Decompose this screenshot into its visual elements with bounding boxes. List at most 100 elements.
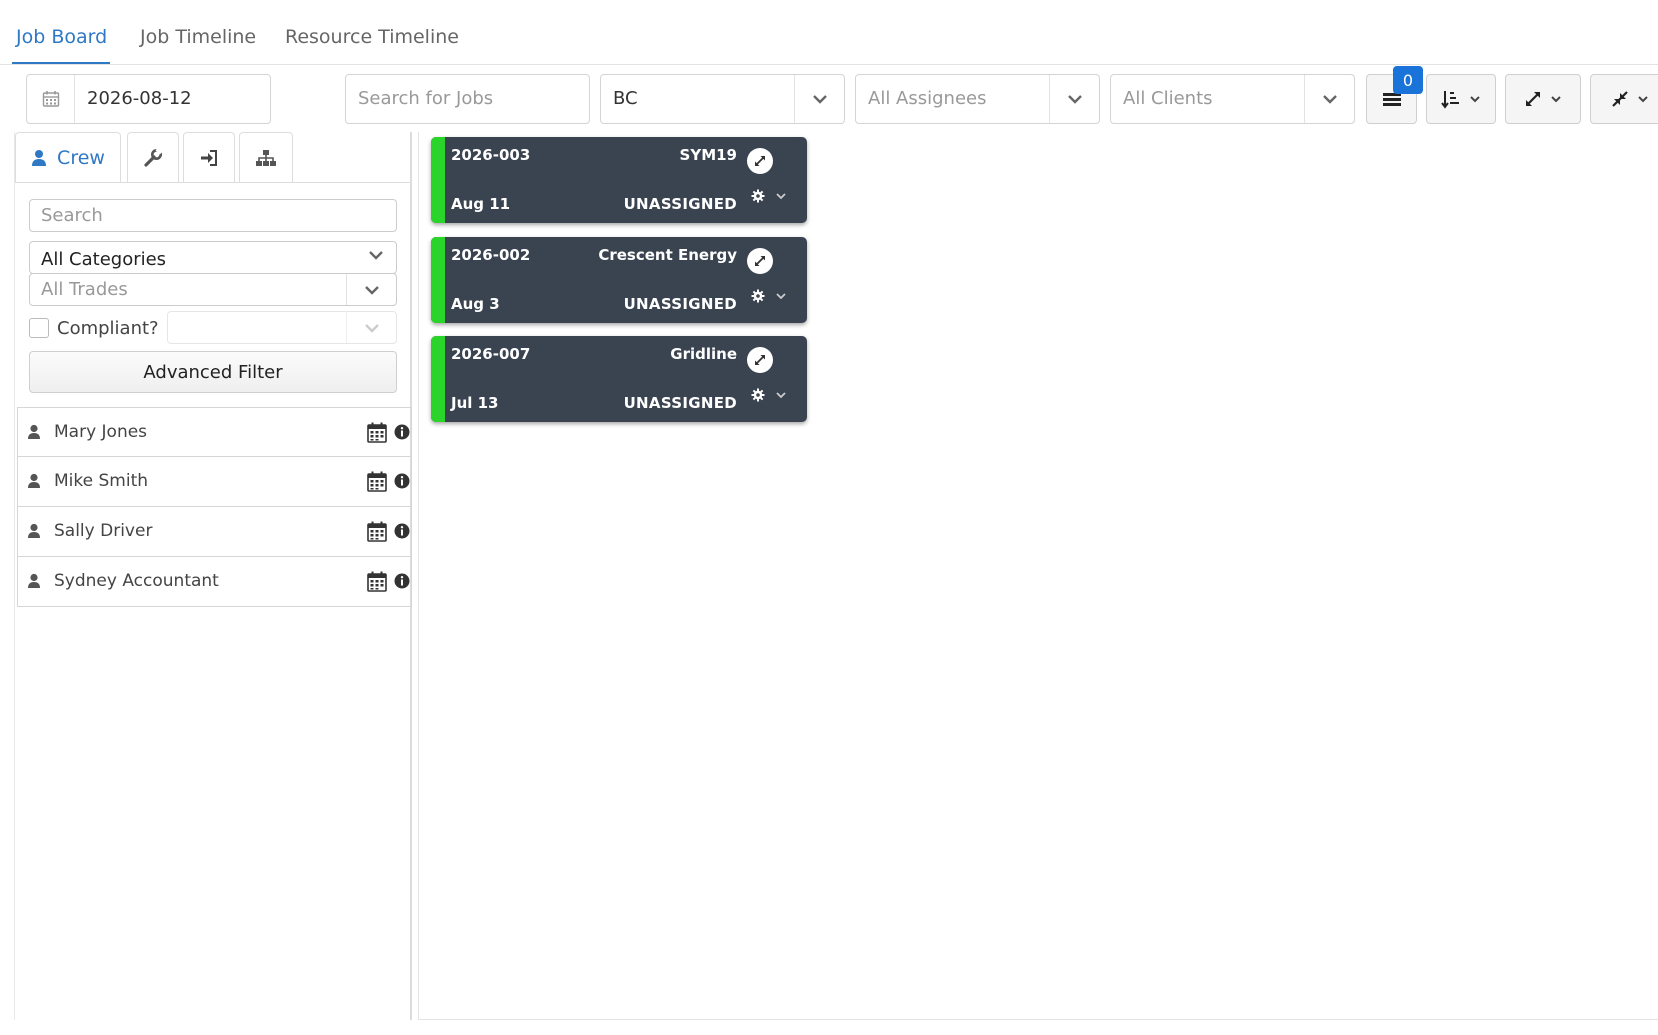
- clients-value: All Clients: [1123, 88, 1213, 109]
- compliant-checkbox[interactable]: [29, 318, 49, 338]
- sort-amount-icon: [1441, 91, 1459, 109]
- chevron-down-icon: [1470, 96, 1480, 103]
- list-item[interactable]: Sally Driver: [17, 507, 412, 557]
- trades-placeholder: All Trades: [41, 279, 128, 300]
- chevron-down-icon[interactable]: [775, 391, 787, 399]
- info-icon[interactable]: [394, 424, 410, 440]
- assignees-select[interactable]: All Assignees: [855, 74, 1100, 124]
- resource-panel: Crew Search All Categories All Trades Co…: [14, 132, 412, 1020]
- job-board: 2026-003 SYM19 Aug 11 UNASSIGNED 2026-00…: [418, 132, 1658, 1020]
- job-card[interactable]: 2026-002 Crescent Energy Aug 3 UNASSIGNE…: [431, 237, 807, 323]
- calendar-icon[interactable]: [367, 471, 387, 492]
- expand-all-button[interactable]: [1505, 74, 1581, 124]
- gear-icon[interactable]: [751, 388, 765, 402]
- job-assignee-status: UNASSIGNED: [623, 195, 737, 213]
- search-jobs-input[interactable]: Search for Jobs: [345, 74, 590, 124]
- info-icon[interactable]: [394, 523, 410, 539]
- job-status-stripe: [431, 137, 445, 223]
- tab-job-timeline[interactable]: Job Timeline: [140, 26, 256, 48]
- sitemap-icon: [256, 149, 276, 166]
- compliant-label: Compliant?: [57, 317, 159, 339]
- job-card[interactable]: 2026-007 Gridline Jul 13 UNASSIGNED: [431, 336, 807, 422]
- chevron-down-icon: [346, 274, 396, 305]
- job-date: Aug 11: [451, 195, 511, 213]
- job-date: Jul 13: [451, 394, 499, 412]
- compliant-filter: Compliant?: [29, 313, 159, 343]
- list-item[interactable]: Mary Jones: [17, 407, 412, 457]
- tab-job-board[interactable]: Job Board: [16, 26, 107, 48]
- chevron-down-icon[interactable]: [1304, 75, 1354, 123]
- sort-button[interactable]: [1426, 74, 1496, 124]
- region-value: BC: [613, 88, 638, 109]
- compliant-select[interactable]: [167, 311, 397, 344]
- crew-search-input[interactable]: Search: [29, 199, 397, 232]
- assignees-value: All Assignees: [868, 88, 987, 109]
- job-client: Gridline: [670, 345, 737, 363]
- chevron-down-icon[interactable]: [775, 292, 787, 300]
- chevron-down-icon[interactable]: [1049, 75, 1099, 123]
- list-item[interactable]: Sydney Accountant: [17, 557, 412, 607]
- calendar-icon[interactable]: [367, 521, 387, 542]
- chevron-down-icon: [1551, 96, 1561, 103]
- job-date: Aug 3: [451, 295, 500, 313]
- job-number: 2026-007: [451, 345, 531, 363]
- crew-name: Sally Driver: [54, 521, 153, 541]
- chevron-down-icon: [369, 251, 383, 260]
- wrench-icon: [144, 147, 163, 167]
- tabs-divider: [0, 64, 1658, 65]
- job-card[interactable]: 2026-003 SYM19 Aug 11 UNASSIGNED: [431, 137, 807, 223]
- job-client: SYM19: [679, 146, 737, 164]
- person-icon: [28, 473, 40, 488]
- advanced-filter-button[interactable]: Advanced Filter: [29, 351, 397, 393]
- crew-list: Mary Jones Mike Smith Sally Driver Sydne…: [17, 407, 412, 607]
- job-number: 2026-002: [451, 246, 531, 264]
- expand-icon[interactable]: [747, 148, 773, 174]
- sidebar-tab-crew[interactable]: Crew: [15, 132, 121, 182]
- job-status-stripe: [431, 336, 445, 422]
- list-item[interactable]: Mike Smith: [17, 457, 412, 507]
- calendar-icon[interactable]: [27, 75, 75, 123]
- job-status-stripe: [431, 237, 445, 323]
- calendar-icon[interactable]: [367, 571, 387, 592]
- chevron-down-icon: [346, 312, 396, 343]
- crew-name: Mary Jones: [54, 422, 148, 442]
- expand-icon: [1526, 92, 1540, 106]
- sidebar-tab-crew-label: Crew: [57, 146, 105, 169]
- trades-select[interactable]: All Trades: [29, 273, 397, 306]
- date-value: 2026-08-12: [87, 88, 192, 109]
- sidebar-tab-equipment[interactable]: [127, 132, 179, 182]
- view-tabs: Job Board Job Timeline Resource Timeline: [0, 0, 1658, 66]
- person-icon: [32, 149, 47, 166]
- clients-select[interactable]: All Clients: [1110, 74, 1355, 124]
- gear-icon[interactable]: [751, 289, 765, 303]
- calendar-icon[interactable]: [367, 422, 387, 443]
- sidebar-tab-checkin[interactable]: [183, 132, 235, 182]
- region-select[interactable]: BC: [600, 74, 845, 124]
- job-count-badge: 0: [1393, 66, 1423, 94]
- collapse-all-button[interactable]: [1590, 74, 1658, 124]
- job-client: Crescent Energy: [598, 246, 737, 264]
- chevron-down-icon: [1638, 96, 1648, 103]
- sign-in-icon: [201, 149, 217, 166]
- chevron-down-icon[interactable]: [794, 75, 844, 123]
- crew-name: Mike Smith: [54, 471, 149, 491]
- person-icon: [28, 424, 40, 439]
- job-number: 2026-003: [451, 146, 531, 164]
- job-assignee-status: UNASSIGNED: [623, 295, 737, 313]
- person-icon: [28, 523, 40, 538]
- compress-icon: [1612, 91, 1628, 107]
- sidebar-tab-hierarchy[interactable]: [239, 132, 293, 182]
- tab-resource-timeline[interactable]: Resource Timeline: [285, 26, 459, 48]
- category-select[interactable]: All Categories: [29, 241, 397, 274]
- crew-name: Sydney Accountant: [54, 571, 219, 591]
- job-assignee-status: UNASSIGNED: [623, 394, 737, 412]
- expand-icon[interactable]: [747, 248, 773, 274]
- chevron-down-icon[interactable]: [775, 192, 787, 200]
- info-icon[interactable]: [394, 573, 410, 589]
- info-icon[interactable]: [394, 473, 410, 489]
- person-icon: [28, 573, 40, 588]
- gear-icon[interactable]: [751, 189, 765, 203]
- date-picker[interactable]: 2026-08-12: [26, 74, 271, 124]
- category-value: All Categories: [41, 249, 167, 270]
- expand-icon[interactable]: [747, 347, 773, 373]
